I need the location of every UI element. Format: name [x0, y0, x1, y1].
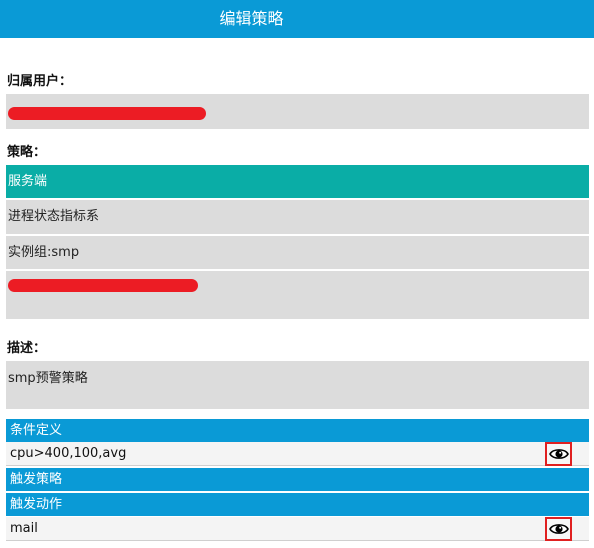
trigger-policy-header[interactable]: 触发策略: [6, 468, 589, 491]
header-bar: 编辑策略: [0, 0, 594, 38]
strategy-label: 策略：: [7, 145, 47, 160]
redacted-instance-value: [8, 279, 198, 292]
view-condition-button[interactable]: [545, 442, 572, 466]
owner-field[interactable]: [6, 94, 589, 129]
trigger-action-header: 触发动作: [6, 493, 589, 516]
condition-value: cpu>400,100,avg: [10, 446, 127, 461]
trigger-action-value: mail: [10, 521, 38, 536]
owner-label: 归属用户：: [7, 74, 73, 89]
condition-row: cpu>400,100,avg: [6, 442, 589, 466]
redacted-owner-value: [8, 107, 206, 120]
strategy-type-row[interactable]: 服务端: [6, 165, 589, 198]
condition-section-title: 条件定义: [10, 423, 63, 438]
metric-system-row[interactable]: 进程状态指标系: [6, 200, 589, 234]
eye-icon: [549, 524, 569, 534]
description-field[interactable]: smp预警策略: [6, 361, 589, 409]
trigger-action-row: mail: [6, 517, 589, 541]
view-action-button[interactable]: [545, 517, 572, 541]
page-title: 编辑策略: [219, 9, 284, 28]
instance-list-row[interactable]: [6, 271, 589, 319]
condition-section-header: 条件定义: [6, 419, 589, 442]
description-label: 描述：: [7, 341, 47, 356]
eye-icon: [549, 449, 569, 459]
strategy-type: 服务端: [8, 174, 48, 189]
instance-group-row[interactable]: 实例组:smp: [6, 236, 589, 269]
description-text: smp预警策略: [8, 371, 88, 386]
trigger-policy-title: 触发策略: [10, 472, 63, 487]
metric-system-text: 进程状态指标系: [8, 209, 100, 224]
trigger-action-title: 触发动作: [10, 497, 63, 512]
instance-group-text: 实例组:smp: [8, 245, 80, 260]
